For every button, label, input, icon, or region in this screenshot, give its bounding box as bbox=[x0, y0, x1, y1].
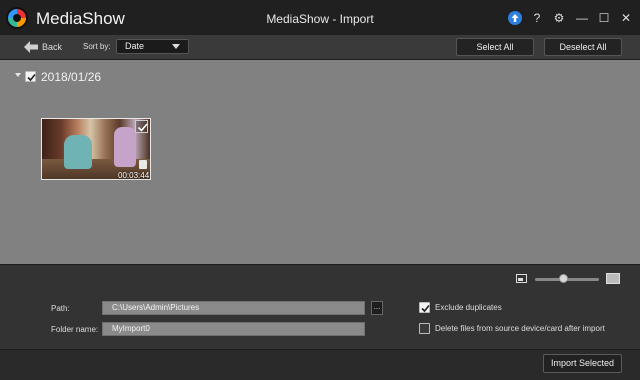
group-checkbox[interactable] bbox=[25, 71, 36, 82]
delete-after-import-checkbox[interactable] bbox=[419, 323, 430, 334]
delete-after-import-label: Delete files from source device/card aft… bbox=[435, 324, 605, 333]
back-button[interactable]: Back bbox=[24, 40, 62, 54]
select-all-button[interactable]: Select All bbox=[456, 38, 534, 56]
sort-dropdown[interactable]: Date bbox=[116, 39, 189, 54]
thumbnail-checkbox[interactable] bbox=[135, 120, 148, 133]
sort-label: Sort by: bbox=[83, 42, 111, 51]
sort-value: Date bbox=[125, 41, 145, 51]
maximize-button[interactable]: ☐ bbox=[595, 9, 613, 27]
collapse-triangle-icon[interactable] bbox=[15, 73, 21, 77]
thumbnail-scene bbox=[64, 135, 92, 169]
back-arrow-icon bbox=[24, 41, 38, 53]
minimize-button[interactable]: — bbox=[573, 9, 591, 27]
exclude-duplicates-label: Exclude duplicates bbox=[435, 303, 502, 312]
thumbnail-duration: 00:03:44 bbox=[118, 171, 150, 180]
back-label: Back bbox=[42, 42, 63, 52]
browse-button[interactable]: ... bbox=[371, 301, 383, 315]
exclude-duplicates-checkbox[interactable] bbox=[419, 302, 430, 313]
group-date-label: 2018/01/26 bbox=[41, 70, 102, 84]
thumbnail-scene bbox=[114, 127, 136, 167]
path-label: Path: bbox=[51, 304, 70, 313]
folder-name-label: Folder name: bbox=[51, 325, 99, 334]
close-button[interactable]: ✕ bbox=[617, 9, 635, 27]
import-selected-button[interactable]: Import Selected bbox=[543, 354, 622, 373]
settings-icon[interactable]: ⚙ bbox=[550, 9, 568, 27]
large-thumbnail-icon[interactable] bbox=[606, 273, 620, 284]
small-thumbnail-icon[interactable] bbox=[516, 274, 527, 283]
deselect-all-button[interactable]: Deselect All bbox=[544, 38, 622, 56]
path-field[interactable]: C:\Users\Admin\Pictures bbox=[102, 301, 365, 315]
video-icon bbox=[139, 160, 147, 169]
upgrade-icon[interactable] bbox=[508, 11, 522, 25]
folder-name-field[interactable]: MyImport0 bbox=[102, 322, 365, 336]
help-button[interactable]: ? bbox=[528, 9, 546, 27]
chevron-down-icon bbox=[172, 44, 180, 49]
